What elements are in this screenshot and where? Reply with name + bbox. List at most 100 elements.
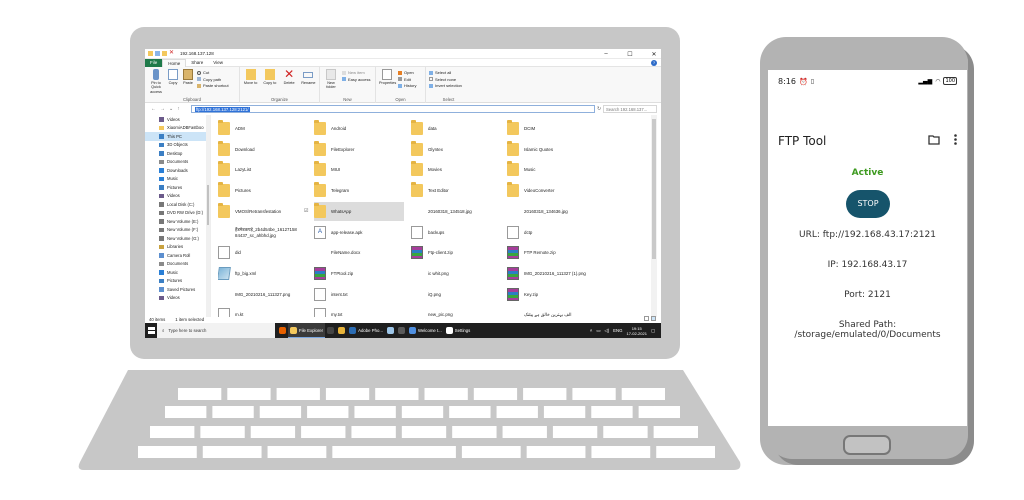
select-none-button[interactable]: Select none [429, 77, 468, 82]
folder-item[interactable]: data [411, 119, 501, 138]
details-view-icon[interactable] [644, 316, 649, 321]
folder-item[interactable]: Islamic Quotes [507, 140, 597, 159]
folder-item[interactable]: Movies [411, 160, 501, 179]
file-item[interactable]: dctp [507, 223, 597, 242]
folder-item[interactable]: LazyList [218, 160, 308, 179]
delete-button[interactable]: ✕ Delete [282, 68, 297, 85]
taskbar-app[interactable]: Settings [444, 323, 473, 338]
folder-item[interactable]: Download [218, 140, 308, 159]
copy-to-button[interactable]: Copy to [262, 69, 277, 85]
cut-button[interactable]: Cut [197, 70, 229, 75]
start-button[interactable] [145, 323, 157, 338]
open-button[interactable]: Open [398, 70, 416, 75]
nav-item[interactable]: New Volume (G:) [145, 234, 210, 243]
notifications-icon[interactable]: ▢ [651, 328, 655, 334]
nav-item[interactable]: Libraries [145, 243, 210, 252]
file-item[interactable]: iQ.png [411, 285, 501, 304]
search-input[interactable]: Search 192.168.137... [603, 105, 657, 113]
forward-arrow-icon[interactable]: → [160, 106, 165, 112]
folder-item[interactable]: FileExplorer [314, 140, 404, 159]
file-item[interactable]: FileName.docx [314, 243, 404, 262]
folder-item[interactable]: MIUI [314, 160, 404, 179]
nav-item[interactable]: DVD RW Drive (D:) [145, 209, 210, 218]
file-item[interactable]: backups [411, 223, 501, 242]
nav-item[interactable]: Documents [145, 158, 210, 167]
network-icon[interactable]: ▭ [596, 328, 600, 334]
folder-item[interactable]: Music [507, 160, 597, 179]
file-item[interactable]: ftp_big.xml [218, 264, 308, 283]
nav-item[interactable]: Videos [145, 192, 210, 201]
file-item[interactable]: 20160318_134636.jpg [507, 202, 597, 221]
chevron-up-icon[interactable]: ˄ [590, 328, 593, 333]
tab-share[interactable]: Share [186, 59, 208, 67]
taskbar-app[interactable] [325, 323, 336, 338]
taskbar-app[interactable] [277, 323, 288, 338]
nav-item[interactable]: Downloads [145, 166, 210, 175]
taskbar-app[interactable]: Adobe Pho... [347, 323, 385, 338]
folder-item[interactable]: ☑ WhatsApp [304, 201, 404, 221]
nav-item[interactable]: Music [145, 175, 210, 184]
up-arrow-icon[interactable]: ↑ [177, 106, 180, 112]
nav-item[interactable]: Videos [145, 294, 210, 303]
nav-item[interactable]: New Volume (E:) [145, 217, 210, 226]
copy-button[interactable]: Copy [167, 69, 179, 94]
help-icon[interactable]: ? [651, 60, 657, 66]
copy-path-button[interactable]: Copy path [197, 77, 229, 82]
large-icons-view-icon[interactable] [651, 316, 656, 321]
delete-icon[interactable]: ✕ [169, 50, 174, 56]
clock[interactable]: 19:15 17-02-2021 [626, 326, 646, 336]
close-button[interactable]: ✕ [650, 51, 658, 58]
history-button[interactable]: History [398, 83, 416, 88]
nav-item[interactable]: Local Disk (C:) [145, 200, 210, 209]
nav-item[interactable]: Saved Pictures [145, 285, 210, 294]
folder-item[interactable]: Text Editor [411, 181, 501, 200]
refresh-icon[interactable]: ↻ [597, 106, 601, 112]
file-item[interactable]: IMG_20210216_111327 (1).png [507, 264, 597, 283]
taskbar-search[interactable]: ⌕ Type here to search [157, 323, 275, 338]
folder-item[interactable]: VMOS\Retransfestation [218, 202, 308, 221]
nav-item[interactable]: This PC [145, 132, 210, 141]
taskbar-app[interactable] [396, 323, 407, 338]
nav-item[interactable]: Camera Roll [145, 251, 210, 260]
paste-shortcut-button[interactable]: Paste shortcut [197, 83, 229, 88]
easy-access-button[interactable]: Easy access [342, 77, 370, 82]
file-item[interactable]: did [218, 243, 308, 262]
properties-button[interactable]: Properties [379, 69, 396, 88]
file-item[interactable]: Key.zip [507, 285, 597, 304]
volume-icon[interactable]: ◁) [604, 328, 609, 334]
nav-item[interactable]: Music [145, 268, 210, 277]
nav-item[interactable]: Desktop [145, 149, 210, 158]
nav-item[interactable]: New Volume (F:) [145, 226, 210, 235]
more-vert-icon[interactable] [954, 134, 957, 145]
file-item[interactable]: app-release.apk [314, 223, 404, 242]
address-bar[interactable]: ftp://192.168.137.128:2121/ [191, 105, 595, 113]
nav-item[interactable]: Pictures [145, 183, 210, 192]
nav-item[interactable]: XiaomiADBFastboo [145, 124, 210, 133]
pin-quick-access-button[interactable]: Pin to Quick access [148, 69, 164, 94]
home-button[interactable] [843, 435, 891, 455]
invert-selection-button[interactable]: Invert selection [429, 83, 468, 88]
tab-home[interactable]: Home [162, 58, 187, 67]
taskbar-app[interactable] [385, 323, 396, 338]
nav-scrollbar[interactable] [206, 115, 210, 317]
file-item[interactable]: Ftp-client.zip [411, 243, 501, 262]
properties-icon[interactable] [155, 51, 160, 56]
move-to-button[interactable]: Move to [243, 69, 258, 85]
file-item[interactable]: FTP Remote.zip [507, 243, 597, 262]
nav-item[interactable]: Documents [145, 260, 210, 269]
folder-item[interactable]: ADM [218, 119, 308, 138]
new-item-button[interactable]: New item [342, 70, 370, 75]
nav-item[interactable]: Videos [145, 115, 210, 124]
folder-item[interactable]: DCIM [507, 119, 597, 138]
content-scrollbar[interactable] [651, 115, 657, 317]
checkbox-icon[interactable]: ☑ [304, 208, 308, 214]
file-item[interactable]: IMG_20210216_111327.png [218, 285, 308, 304]
nav-item[interactable]: 3D Objects [145, 141, 210, 150]
stop-button[interactable]: STOP [846, 190, 890, 218]
file-item[interactable]: FTPtool.zip [314, 264, 404, 283]
taskbar-app[interactable]: File Explorer [288, 323, 326, 338]
folder-icon[interactable] [928, 134, 940, 145]
taskbar-app[interactable] [336, 323, 347, 338]
paste-button[interactable]: Paste [182, 69, 194, 94]
new-folder-icon[interactable] [162, 51, 167, 56]
